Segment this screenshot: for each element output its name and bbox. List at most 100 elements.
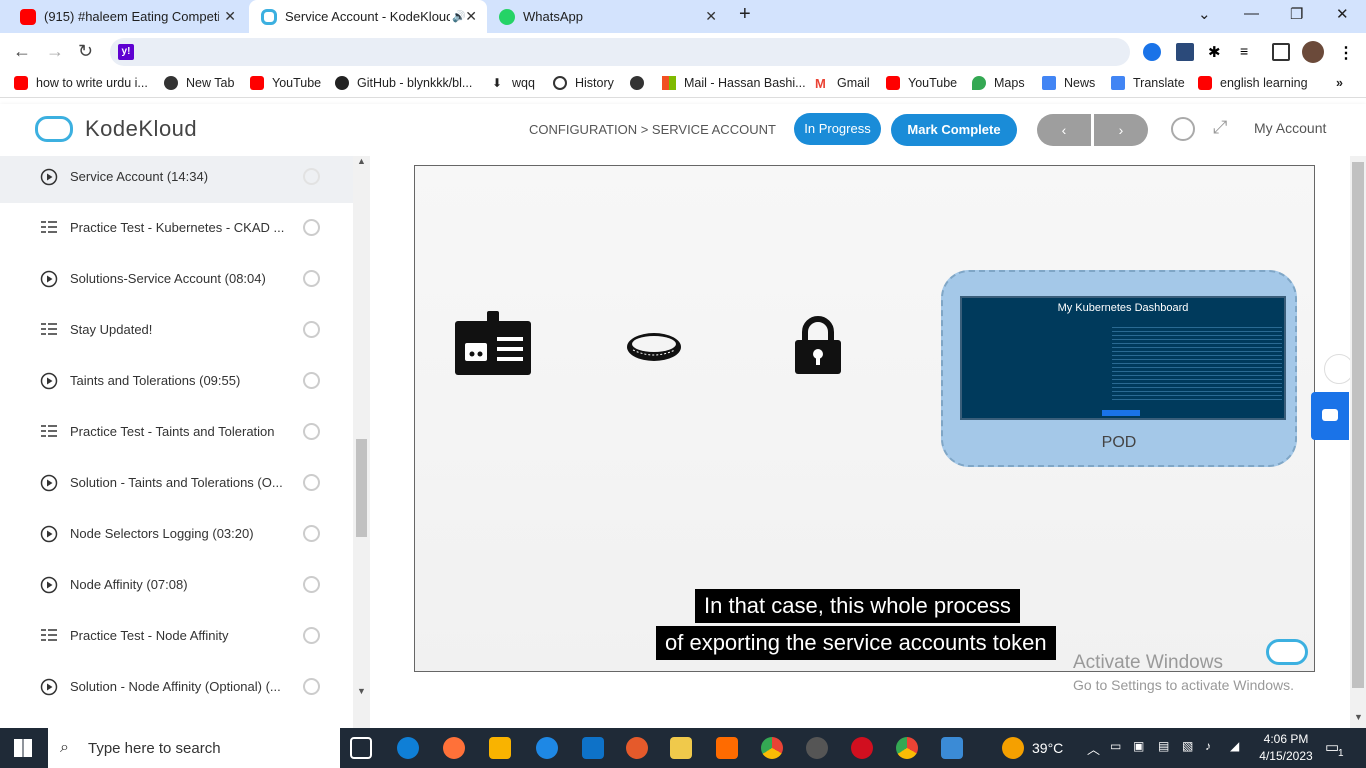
in-progress-button[interactable]: In Progress xyxy=(794,113,881,145)
bookmark-item[interactable]: Mail - Hassan Bashi... xyxy=(662,76,806,90)
completion-circle[interactable] xyxy=(303,372,320,389)
dark-mode-icon[interactable] xyxy=(1171,117,1195,141)
device-icon[interactable]: ▤ xyxy=(1158,739,1169,753)
clock-time[interactable]: 4:06 PM xyxy=(1256,732,1316,746)
menu-icon[interactable]: ⋮ xyxy=(1338,43,1356,62)
media-control-icon[interactable]: ≡ xyxy=(1240,43,1258,61)
completion-circle[interactable] xyxy=(303,525,320,542)
lesson-item[interactable]: Solution - Taints and Tolerations (O... xyxy=(0,458,353,509)
bookmark-item[interactable]: GitHub - blynkkk/bl... xyxy=(335,76,472,90)
scroll-down-icon[interactable]: ▼ xyxy=(357,686,366,696)
more-bookmarks-icon[interactable]: » xyxy=(1336,76,1343,90)
close-tab-icon[interactable]: ✕ xyxy=(705,8,717,25)
chrome-icon[interactable] xyxy=(761,737,783,759)
completion-circle[interactable] xyxy=(303,321,320,338)
bookmark-item[interactable]: History xyxy=(553,76,614,90)
bookmark-item[interactable]: english learning xyxy=(1198,76,1308,90)
edge-icon[interactable] xyxy=(397,737,419,759)
lesson-item[interactable]: Solution - Node Affinity (Optional) (... xyxy=(0,662,353,713)
battery-icon[interactable]: ▭ xyxy=(1110,739,1121,753)
completion-circle[interactable] xyxy=(303,678,320,695)
bookmark-item[interactable]: News xyxy=(1042,76,1095,90)
scrollbar-thumb[interactable] xyxy=(1352,162,1364,688)
back-icon[interactable]: ← xyxy=(13,41,31,62)
page-scrollbar[interactable]: ▼ xyxy=(1350,156,1366,728)
my-account-link[interactable]: My Account xyxy=(1254,120,1326,136)
task-view-icon[interactable] xyxy=(350,737,372,759)
next-lesson-button[interactable]: › xyxy=(1094,114,1148,146)
windows-start-icon[interactable] xyxy=(14,739,32,757)
chat-widget-button[interactable] xyxy=(1311,392,1349,440)
sidebar-scrollbar[interactable]: ▲ ▼ xyxy=(353,156,370,728)
reload-icon[interactable]: ↻ xyxy=(78,41,93,62)
wifi-icon[interactable]: ◢ xyxy=(1230,739,1239,753)
lesson-item[interactable]: Stay Updated! xyxy=(0,305,353,356)
lesson-item-active[interactable]: Service Account (14:34) xyxy=(0,156,353,203)
bookmark-item[interactable]: ⬇ wqq xyxy=(490,76,535,90)
previous-lesson-button[interactable]: ‹ xyxy=(1037,114,1091,146)
weather-sun-icon[interactable] xyxy=(1002,737,1024,759)
file-explorer-icon[interactable] xyxy=(670,737,692,759)
app-icon[interactable] xyxy=(626,737,648,759)
window-close-icon[interactable]: ✕ xyxy=(1336,5,1349,23)
minimize-icon[interactable]: — xyxy=(1244,5,1259,22)
tray-app-icon[interactable]: ▧ xyxy=(1182,739,1193,753)
volume-icon[interactable]: ♪ xyxy=(1205,739,1211,753)
extensions-icon[interactable]: ✱ xyxy=(1208,43,1226,61)
new-tab-button[interactable]: + xyxy=(739,3,751,26)
show-hidden-icons-icon[interactable]: ︿ xyxy=(1087,739,1100,758)
completion-circle[interactable] xyxy=(303,627,320,644)
weather-temp[interactable]: 39°C xyxy=(1032,740,1063,756)
bookmark-item[interactable]: YouTube xyxy=(886,76,957,90)
close-tab-icon[interactable]: ✕ xyxy=(224,8,236,25)
photos-icon[interactable] xyxy=(941,737,963,759)
completion-circle[interactable] xyxy=(303,474,320,491)
tab-whatsapp[interactable]: WhatsApp ✕ xyxy=(487,0,727,33)
tab-youtube[interactable]: (915) #haleem Eating Competitio ✕ xyxy=(0,0,246,33)
completion-circle[interactable] xyxy=(303,219,320,236)
bookmark-item[interactable]: M Gmail xyxy=(815,76,870,91)
scroll-down-icon[interactable]: ▼ xyxy=(1354,712,1363,722)
voice-search-icon[interactable] xyxy=(1143,43,1161,61)
tab-search-icon[interactable]: ⌄ xyxy=(1198,5,1211,23)
skype-icon[interactable] xyxy=(536,737,558,759)
lesson-item[interactable]: Practice Test - Node Affinity xyxy=(0,611,353,662)
mail-icon[interactable] xyxy=(582,737,604,759)
app-icon[interactable] xyxy=(716,737,738,759)
clock-date[interactable]: 4/15/2023 xyxy=(1256,749,1316,763)
bookmark-item[interactable]: Maps xyxy=(972,76,1025,90)
completion-circle[interactable] xyxy=(303,168,320,185)
profile-avatar[interactable] xyxy=(1302,41,1324,63)
completion-circle[interactable] xyxy=(303,423,320,440)
chrome-active-icon[interactable] xyxy=(896,737,918,759)
side-panel-icon[interactable] xyxy=(1272,43,1290,61)
lesson-item[interactable]: Node Selectors Logging (03:20) xyxy=(0,509,353,560)
omnibox[interactable]: y! xyxy=(110,38,1130,66)
store-icon[interactable] xyxy=(489,737,511,759)
forward-icon[interactable]: → xyxy=(46,41,64,62)
bookmark-item[interactable]: New Tab xyxy=(164,76,234,90)
completion-circle[interactable] xyxy=(303,270,320,287)
bookmark-item[interactable]: Translate xyxy=(1111,76,1185,90)
fullscreen-icon[interactable]: ⤢ xyxy=(1213,117,1227,138)
opera-icon[interactable] xyxy=(851,737,873,759)
lesson-item[interactable]: Node Affinity (07:08) xyxy=(0,560,353,611)
lesson-item[interactable]: Solutions-Service Account (08:04) xyxy=(0,254,353,305)
audio-playing-icon[interactable]: 🔊 xyxy=(452,10,466,23)
mark-complete-button[interactable]: Mark Complete xyxy=(891,114,1017,146)
bookmark-item[interactable]: YouTube xyxy=(250,76,321,90)
app-icon[interactable] xyxy=(806,737,828,759)
network-icon[interactable]: ▣ xyxy=(1133,739,1144,753)
taskbar-search-box[interactable]: ⌕ Type here to search xyxy=(48,728,340,768)
restore-icon[interactable]: ❐ xyxy=(1290,5,1303,23)
bookmark-item[interactable]: how to write urdu i... xyxy=(14,76,148,90)
download-extension-icon[interactable] xyxy=(1176,43,1194,61)
close-tab-icon[interactable]: ✕ xyxy=(465,8,477,25)
scrollbar-thumb[interactable] xyxy=(356,439,367,537)
scroll-up-icon[interactable]: ▲ xyxy=(357,156,366,166)
lesson-item[interactable]: Taints and Tolerations (09:55) xyxy=(0,356,353,407)
kodekloud-logo[interactable]: KodeKloud xyxy=(35,116,197,142)
tab-kodekloud[interactable]: Service Account - KodeKloud 🔊 ✕ xyxy=(249,0,487,33)
lesson-item[interactable]: Practice Test - Taints and Toleration xyxy=(0,407,353,458)
firefox-icon[interactable] xyxy=(443,737,465,759)
